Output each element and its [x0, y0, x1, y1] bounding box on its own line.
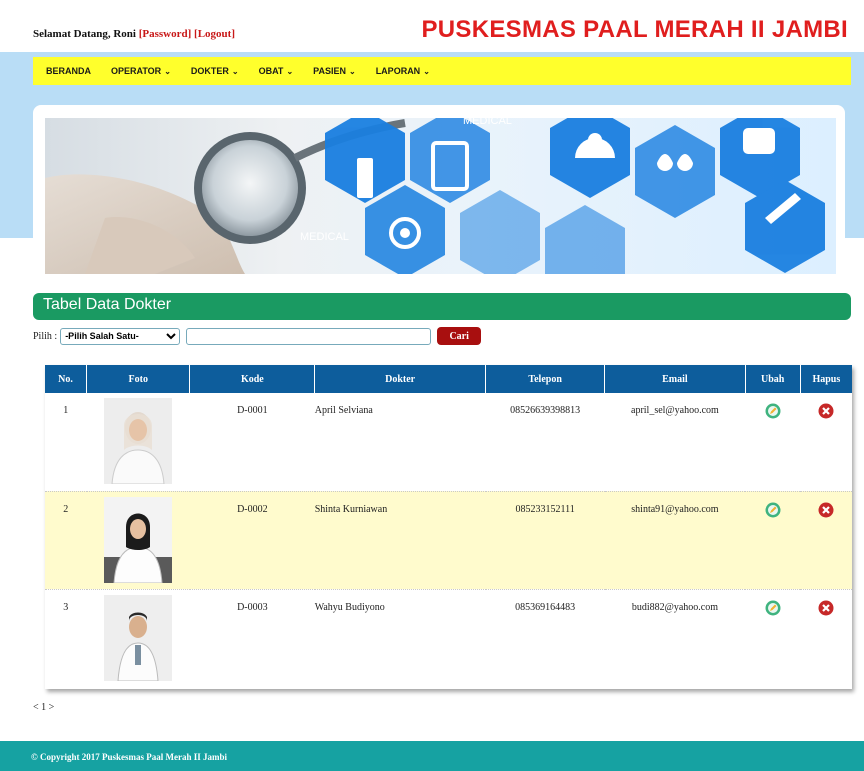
cell-email: april_sel@yahoo.com	[631, 405, 719, 416]
delete-icon[interactable]	[818, 600, 834, 616]
col-header-kode: Kode	[189, 365, 316, 393]
cell-kode: D-0001	[237, 405, 268, 416]
cell-no: 2	[45, 490, 87, 590]
cell-ubah	[745, 490, 801, 590]
banner-text-medical-2: MEDICAL	[300, 231, 349, 243]
password-link[interactable]: [Password]	[139, 28, 192, 40]
cell-foto	[86, 490, 190, 590]
pagination: < 1 >	[33, 702, 54, 713]
col-header-ubah: Ubah	[745, 365, 801, 393]
delete-icon[interactable]	[818, 502, 834, 518]
nav-item-laporan[interactable]: LAPORAN ⌄	[376, 66, 430, 76]
edit-icon[interactable]	[765, 600, 781, 616]
filter-select[interactable]: -Pilih Salah Satu-	[60, 327, 181, 345]
cell-no: 1	[63, 405, 69, 416]
search-button[interactable]: Cari	[437, 327, 482, 345]
filter-bar: Pilih : -Pilih Salah Satu- Cari	[33, 326, 482, 346]
nav-item-operator[interactable]: OPERATOR ⌄	[111, 66, 171, 76]
copyright-text: © Copyright 2017 Puskesmas Paal Merah II…	[31, 752, 227, 762]
cell-dokter: Wahyu Budiyono	[314, 601, 385, 613]
filter-label: Pilih :	[33, 330, 58, 342]
cell-dokter: April Selviana	[314, 405, 373, 416]
edit-icon[interactable]	[765, 502, 781, 518]
table-row: 3 D-0003 Wahyu Budiyono 085369164483 bud…	[45, 589, 852, 687]
chevron-down-icon: ⌄	[164, 67, 171, 76]
col-header-email: Email	[604, 365, 746, 393]
pager-page-1[interactable]: 1	[41, 702, 46, 713]
nav-item-beranda[interactable]: BERANDA	[46, 66, 91, 76]
cell-telepon: 08526639398813	[510, 405, 581, 416]
col-header-dokter: Dokter	[314, 365, 487, 393]
chevron-down-icon: ⌄	[286, 67, 294, 76]
pager-prev[interactable]: <	[33, 702, 39, 713]
chevron-down-icon: ⌄	[348, 67, 356, 76]
col-header-no: No.	[45, 365, 88, 393]
edit-icon[interactable]	[765, 403, 781, 419]
cell-telepon: 085233152111	[485, 490, 605, 590]
table-row: 1 D-0001 April Selviana 08526639398813 a…	[45, 393, 852, 491]
header: Selamat Datang, Roni [Password] [Logout]…	[0, 0, 864, 52]
nav-item-pasien[interactable]: PASIEN ⌄	[313, 66, 356, 76]
footer: © Copyright 2017 Puskesmas Paal Merah II…	[0, 741, 864, 771]
delete-icon[interactable]	[818, 403, 834, 419]
chevron-down-icon: ⌄	[231, 67, 239, 76]
doctor-photo	[104, 398, 173, 484]
doctor-table: No. Foto Kode Dokter Telepon Email Ubah …	[45, 365, 852, 689]
cell-no: 3	[63, 601, 69, 613]
cell-ubah	[745, 589, 800, 687]
nav-item-obat[interactable]: OBAT ⌄	[259, 66, 294, 76]
banner-text-medical: MEDICAL	[463, 118, 512, 127]
pager-next[interactable]: >	[49, 702, 55, 713]
doctor-photo	[104, 496, 173, 583]
cell-hapus	[800, 393, 852, 491]
cell-email: shinta91@yahoo.com	[604, 490, 746, 590]
cell-hapus	[800, 490, 852, 590]
logout-link[interactable]: [Logout]	[194, 28, 235, 40]
cell-telepon: 085369164483	[515, 601, 576, 613]
col-header-telepon: Telepon	[485, 365, 606, 393]
cell-kode: D-0002	[189, 490, 315, 590]
section-title: Tabel Data Dokter	[33, 293, 851, 320]
col-header-foto: Foto	[86, 365, 191, 393]
chevron-down-icon: ⌄	[423, 67, 430, 76]
table-row: 2 D-0002 Shinta Kurniawan 085233152111 s…	[45, 490, 852, 590]
table-header-row: No. Foto Kode Dokter Telepon Email Ubah …	[45, 365, 852, 393]
medical-banner: MEDICAL MEDICAL	[45, 118, 836, 274]
col-header-hapus: Hapus	[800, 365, 852, 393]
main-nav: BERANDA OPERATOR ⌄ DOKTER ⌄ OBAT ⌄ PASIEN ⌄ …	[33, 57, 851, 85]
cell-kode: D-0003	[237, 601, 268, 613]
cell-foto	[87, 589, 190, 687]
welcome-label: Selamat Datang, Roni	[33, 28, 136, 40]
cell-foto	[87, 393, 190, 491]
cell-dokter: Shinta Kurniawan	[314, 490, 486, 590]
cell-email: budi882@yahoo.com	[631, 601, 718, 613]
cell-ubah	[745, 393, 800, 491]
site-title: PUSKESMAS PAAL MERAH II JAMBI	[421, 16, 848, 43]
banner-illustration: MEDICAL MEDICAL	[45, 118, 825, 274]
cell-hapus	[800, 589, 852, 687]
search-input[interactable]	[186, 327, 432, 345]
welcome-text: Selamat Datang, Roni [Password] [Logout]	[33, 28, 235, 40]
doctor-photo	[104, 594, 173, 681]
nav-item-dokter[interactable]: DOKTER ⌄	[191, 66, 239, 76]
